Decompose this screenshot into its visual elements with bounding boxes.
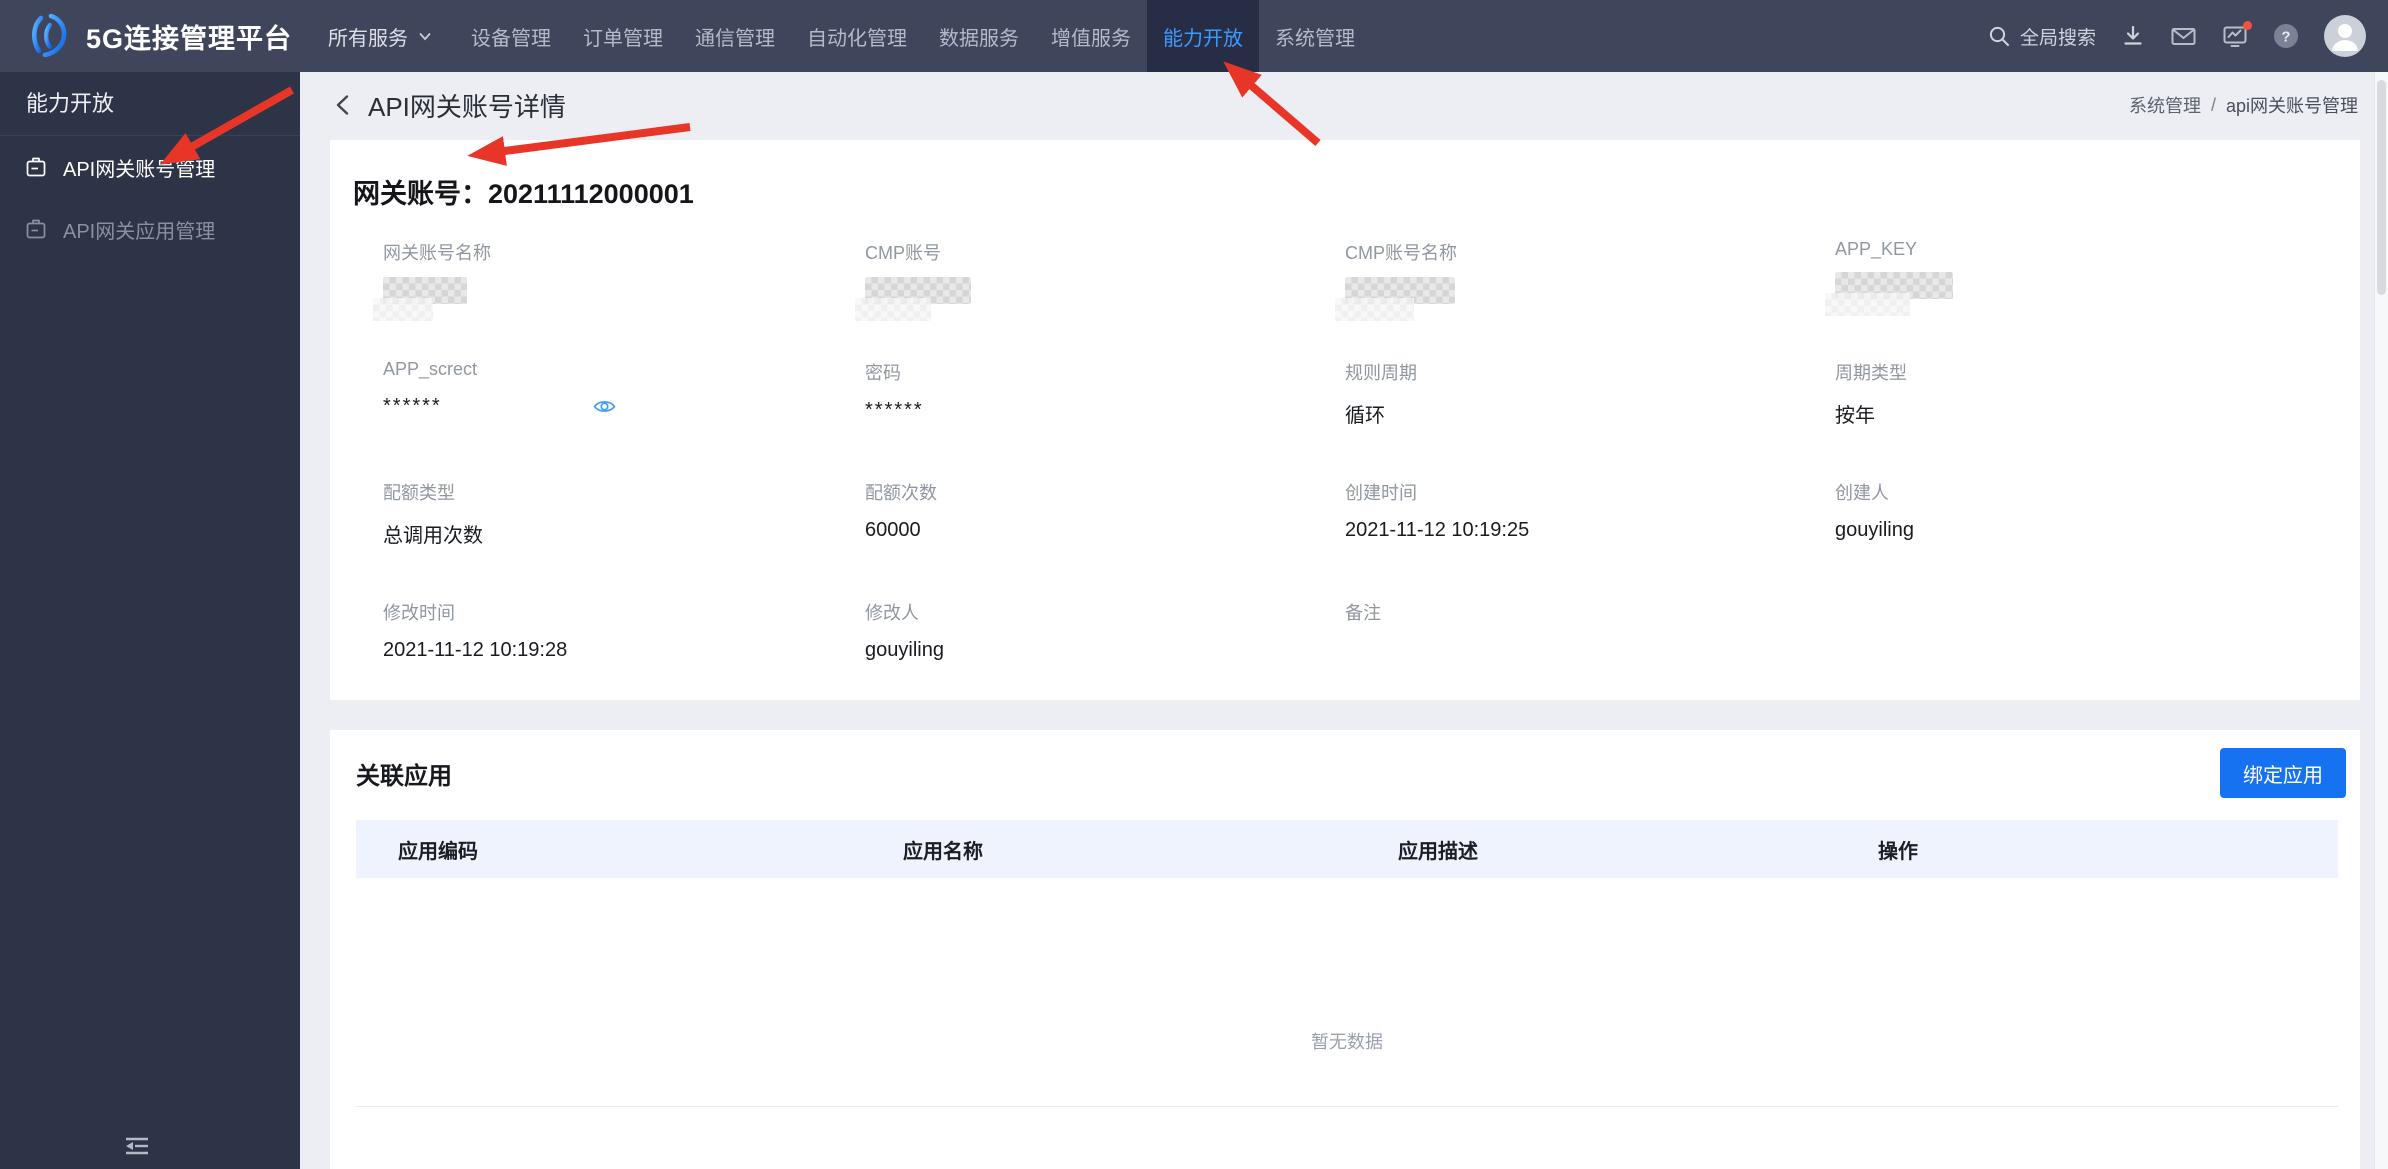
redacted-value	[373, 277, 467, 321]
field-rule-cycle: 规则周期 循环	[1345, 363, 1417, 427]
help-icon[interactable]: ?	[2273, 23, 2299, 49]
svg-text:?: ?	[2281, 29, 2290, 46]
nav-item-automation-management[interactable]: 自动化管理	[791, 0, 923, 72]
redacted-value	[855, 277, 971, 321]
page-scrollbar-track	[2374, 72, 2388, 1169]
chevron-down-icon	[417, 28, 433, 44]
field-quota-type: 配额类型 总调用次数	[383, 483, 483, 547]
main-area: API网关账号详情 系统管理 / api网关账号管理 网关账号：20211112…	[300, 72, 2388, 1169]
field-remark: 备注	[1345, 603, 1381, 623]
sidebar-item-label: API网关账号管理	[63, 158, 216, 181]
page-header: API网关账号详情 系统管理 / api网关账号管理	[300, 72, 2388, 138]
detail-fields-grid: 网关账号名称 CMP账号 CMP账号名称 APP_KEY APP_screct	[353, 239, 2360, 700]
nav-item-order-management[interactable]: 订单管理	[567, 0, 679, 72]
masked-value: ******	[383, 395, 442, 417]
related-apps-header: 关联应用 绑定应用	[330, 730, 2360, 798]
sidebar-item-api-gateway-app-management[interactable]: API网关应用管理	[0, 198, 300, 260]
back-button[interactable]	[332, 93, 356, 117]
field-creator: 创建人 gouyiling	[1835, 483, 1914, 541]
table-empty-body: 暂无数据	[356, 878, 2338, 1107]
nav-item-communication-management[interactable]: 通信管理	[679, 0, 791, 72]
field-app-key: APP_KEY	[1825, 239, 2360, 359]
field-modifier: 修改人 gouyiling	[865, 603, 944, 661]
nav-item-all-services[interactable]: 所有服务	[312, 0, 455, 72]
empty-state-text: 暂无数据	[1311, 1032, 1383, 1052]
nav-item-data-services[interactable]: 数据服务	[923, 0, 1035, 72]
nav-menu: 所有服务 设备管理 订单管理 通信管理 自动化管理 数据服务 增值服务 能力开放…	[312, 0, 1371, 72]
clipboard-icon	[24, 155, 48, 179]
avatar[interactable]	[2324, 15, 2366, 57]
col-actions: 操作	[1878, 840, 1918, 863]
search-icon	[1988, 25, 2011, 48]
download-icon[interactable]	[2121, 24, 2145, 48]
page-scrollbar-thumb[interactable]	[2377, 80, 2386, 295]
gateway-account-heading: 网关账号：20211112000001	[353, 172, 2360, 211]
table-header-row: 应用编码 应用名称 应用描述 操作	[356, 820, 2338, 878]
top-navbar: 5G连接管理平台 所有服务 设备管理 订单管理 通信管理 自动化管理 数据服务 …	[0, 0, 2388, 72]
field-create-time: 创建时间 2021-11-12 10:19:25	[1345, 483, 1530, 541]
col-app-code: 应用编码	[398, 840, 478, 863]
sidebar-item-api-gateway-account-management[interactable]: API网关账号管理	[0, 136, 300, 198]
nav-item-capability-openness[interactable]: 能力开放	[1147, 0, 1260, 72]
eye-icon[interactable]	[592, 394, 617, 419]
nav-item-value-added-services[interactable]: 增值服务	[1035, 0, 1147, 72]
brand-logo-icon	[26, 13, 72, 59]
related-apps-card: 关联应用 绑定应用 应用编码 应用名称 应用描述 操作 暂无数据	[330, 730, 2360, 1169]
field-gateway-account-name: 网关账号名称	[373, 239, 865, 359]
gateway-account-label: 网关账号：	[353, 179, 488, 209]
sidebar-fold-icon[interactable]	[122, 1135, 152, 1157]
breadcrumb-separator: /	[2210, 94, 2216, 115]
global-search[interactable]: 全局搜索	[1988, 23, 2096, 50]
detail-card: 网关账号：20211112000001 网关账号名称 CMP账号 CMP账号名称…	[330, 140, 2360, 700]
field-quota-count: 配额次数 60000	[865, 483, 937, 541]
brand-title: 5G连接管理平台	[86, 23, 293, 54]
clipboard-icon	[24, 217, 48, 241]
search-label: 全局搜索	[2019, 27, 2096, 49]
nav-right-tools: 全局搜索 ?	[1988, 15, 2388, 57]
field-cmp-account: CMP账号	[855, 239, 1345, 359]
nav-item-system-management[interactable]: 系统管理	[1259, 0, 1371, 72]
field-modify-time: 修改时间 2021-11-12 10:19:28	[383, 603, 568, 661]
gateway-account-value: 20211112000001	[488, 179, 694, 209]
related-apps-title: 关联应用	[356, 762, 452, 790]
nav-item-device-management[interactable]: 设备管理	[455, 0, 567, 72]
related-apps-table: 应用编码 应用名称 应用描述 操作 暂无数据	[356, 820, 2338, 1107]
field-cycle-type: 周期类型 按年	[1835, 363, 1907, 427]
field-empty	[1835, 599, 2360, 700]
brand[interactable]: 5G连接管理平台	[0, 13, 312, 59]
app-window: 5G连接管理平台 所有服务 设备管理 订单管理 通信管理 自动化管理 数据服务 …	[0, 0, 2388, 1169]
monitor-icon[interactable]	[2222, 20, 2252, 49]
breadcrumb-api-gateway-account[interactable]: api网关账号管理	[2226, 92, 2358, 118]
sidebar-item-label: API网关应用管理	[63, 220, 216, 243]
notification-dot	[2243, 20, 2252, 30]
field-cmp-account-name: CMP账号名称	[1335, 239, 1835, 359]
bind-app-button[interactable]: 绑定应用	[2220, 748, 2346, 798]
sidebar-title: 能力开放	[0, 72, 300, 136]
masked-value: ******	[865, 399, 924, 421]
breadcrumb: 系统管理 / api网关账号管理	[2129, 92, 2358, 118]
redacted-value	[1335, 277, 1455, 321]
sidebar: 能力开放 API网关账号管理 API网关应用管理	[0, 72, 300, 1169]
page-title: API网关账号详情	[368, 91, 566, 122]
field-password: 密码 ******	[865, 363, 924, 421]
breadcrumb-system-management[interactable]: 系统管理	[2129, 92, 2201, 118]
col-app-description: 应用描述	[1398, 840, 1478, 863]
field-app-secret: APP_screct ******	[383, 359, 865, 479]
mail-icon[interactable]	[2170, 24, 2197, 48]
col-app-name: 应用名称	[903, 840, 983, 863]
redacted-value	[1825, 272, 1953, 316]
